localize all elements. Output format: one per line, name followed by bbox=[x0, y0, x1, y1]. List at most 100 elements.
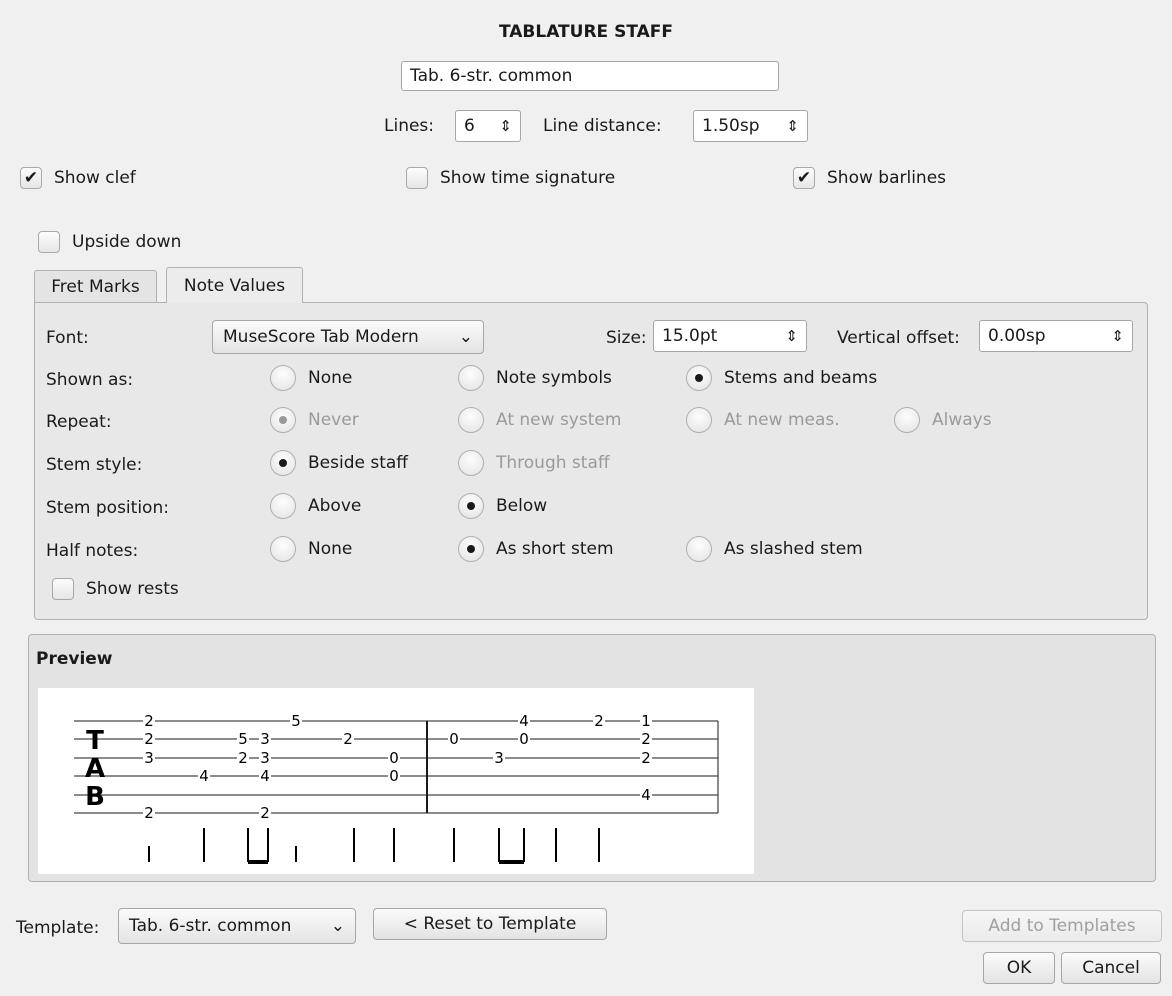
radio-label: Note symbols bbox=[496, 368, 612, 388]
fret-number: 5 bbox=[291, 712, 301, 730]
radio-label: At new meas. bbox=[724, 410, 840, 430]
radio-label: Never bbox=[308, 410, 359, 430]
font-select-value: MuseScore Tab Modern bbox=[223, 327, 419, 347]
upside-down-checkbox[interactable]: Upside down bbox=[38, 231, 181, 253]
radio-stem-style-beside-staff[interactable]: Beside staff bbox=[270, 450, 408, 476]
line-distance-spinbox[interactable]: 1.50sp ⇕ bbox=[693, 110, 808, 142]
checkmark-icon[interactable]: ✔ bbox=[20, 167, 42, 189]
chevron-down-icon: ⌄ bbox=[458, 327, 473, 347]
radio-shown-as-none[interactable]: None bbox=[270, 365, 352, 391]
show-barlines-label: Show barlines bbox=[827, 168, 947, 188]
show-clef-checkbox[interactable]: ✔ Show clef bbox=[20, 167, 136, 189]
fret-number: 3 bbox=[260, 749, 270, 767]
radio-selected-icon[interactable] bbox=[270, 407, 296, 433]
fret-number: 4 bbox=[519, 712, 529, 730]
show-barlines-checkbox[interactable]: ✔ Show barlines bbox=[793, 167, 946, 189]
fret-number: 2 bbox=[144, 804, 154, 822]
fret-number: 2 bbox=[260, 804, 270, 822]
radio-icon[interactable] bbox=[270, 493, 296, 519]
checkbox-empty-icon[interactable] bbox=[406, 167, 428, 189]
upside-down-label: Upside down bbox=[72, 232, 182, 252]
radio-icon[interactable] bbox=[270, 536, 296, 562]
spin-arrows-icon[interactable]: ⇕ bbox=[785, 327, 798, 345]
lines-spinbox[interactable]: 6 ⇕ bbox=[455, 110, 521, 142]
fret-number: 2 bbox=[238, 749, 248, 767]
vertical-offset-value: 0.00sp bbox=[988, 326, 1046, 346]
font-select[interactable]: MuseScore Tab Modern ⌄ bbox=[212, 320, 484, 354]
radio-icon[interactable] bbox=[458, 407, 484, 433]
vertical-offset-label: Vertical offset: bbox=[837, 328, 960, 348]
radio-icon[interactable] bbox=[458, 365, 484, 391]
checkbox-empty-icon[interactable] bbox=[38, 231, 60, 253]
staff-name-value: Tab. 6-str. common bbox=[410, 66, 573, 86]
vertical-offset-spinbox[interactable]: 0.00sp ⇕ bbox=[979, 320, 1133, 352]
radio-icon[interactable] bbox=[686, 407, 712, 433]
tab-label: Fret Marks bbox=[51, 277, 140, 297]
fret-number: 0 bbox=[389, 749, 399, 767]
radio-repeat-always[interactable]: Always bbox=[894, 407, 992, 433]
show-time-signature-label: Show time signature bbox=[440, 168, 616, 188]
radio-repeat-at-new-meas[interactable]: At new meas. bbox=[686, 407, 840, 433]
stem-style-label: Stem style: bbox=[46, 455, 143, 475]
radio-half-notes-none[interactable]: None bbox=[270, 536, 352, 562]
show-rests-checkbox[interactable]: Show rests bbox=[52, 578, 179, 600]
ok-button[interactable]: OK bbox=[983, 952, 1055, 984]
radio-label: Below bbox=[496, 496, 548, 516]
radio-label: Beside staff bbox=[308, 453, 409, 473]
fret-number: 0 bbox=[449, 730, 459, 748]
line-distance-value: 1.50sp bbox=[702, 116, 760, 136]
fret-number: 4 bbox=[641, 786, 651, 804]
radio-label: Through staff bbox=[496, 453, 610, 473]
radio-stem-style-through-staff[interactable]: Through staff bbox=[458, 450, 610, 476]
radio-icon[interactable] bbox=[270, 365, 296, 391]
spin-arrows-icon[interactable]: ⇕ bbox=[499, 117, 512, 135]
radio-label: None bbox=[308, 368, 353, 388]
radio-half-notes-as-short-stem[interactable]: As short stem bbox=[458, 536, 614, 562]
line-distance-label: Line distance: bbox=[543, 116, 662, 136]
tab-note-values[interactable]: Note Values bbox=[166, 267, 303, 303]
template-label: Template: bbox=[16, 918, 100, 938]
radio-repeat-at-new-system[interactable]: At new system bbox=[458, 407, 621, 433]
cancel-button[interactable]: Cancel bbox=[1061, 952, 1161, 984]
spin-arrows-icon[interactable]: ⇕ bbox=[1111, 327, 1124, 345]
repeat-label: Repeat: bbox=[46, 412, 112, 432]
radio-icon[interactable] bbox=[458, 450, 484, 476]
tab-fret-marks[interactable]: Fret Marks bbox=[34, 270, 157, 303]
radio-selected-icon[interactable] bbox=[458, 493, 484, 519]
size-spinbox[interactable]: 15.0pt ⇕ bbox=[653, 320, 807, 352]
fret-number: 3 bbox=[260, 730, 270, 748]
stem-position-label: Stem position: bbox=[46, 498, 169, 518]
radio-repeat-never[interactable]: Never bbox=[270, 407, 359, 433]
fret-number: 3 bbox=[144, 749, 154, 767]
ok-label: OK bbox=[1006, 958, 1032, 978]
radio-label: As slashed stem bbox=[724, 539, 863, 559]
radio-stem-position-below[interactable]: Below bbox=[458, 493, 547, 519]
spin-arrows-icon[interactable]: ⇕ bbox=[786, 117, 799, 135]
clef-letter: B bbox=[85, 782, 105, 812]
fret-number: 2 bbox=[641, 749, 651, 767]
checkbox-empty-icon[interactable] bbox=[52, 578, 74, 600]
radio-icon[interactable] bbox=[894, 407, 920, 433]
checkmark-icon[interactable]: ✔ bbox=[793, 167, 815, 189]
radio-icon[interactable] bbox=[686, 536, 712, 562]
show-time-signature-checkbox[interactable]: Show time signature bbox=[406, 167, 615, 189]
reset-to-template-button[interactable]: < Reset to Template bbox=[373, 908, 607, 940]
template-select[interactable]: Tab. 6-str. common ⌄ bbox=[118, 908, 356, 944]
add-to-templates-button[interactable]: Add to Templates bbox=[962, 910, 1162, 942]
radio-selected-icon[interactable] bbox=[458, 536, 484, 562]
radio-selected-icon[interactable] bbox=[270, 450, 296, 476]
fret-number: 2 bbox=[144, 712, 154, 730]
radio-label: Stems and beams bbox=[724, 368, 878, 388]
size-value: 15.0pt bbox=[662, 326, 718, 346]
radio-selected-icon[interactable] bbox=[686, 365, 712, 391]
radio-shown-as-stems-and-beams[interactable]: Stems and beams bbox=[686, 365, 877, 391]
radio-shown-as-note-symbols[interactable]: Note symbols bbox=[458, 365, 612, 391]
tab-label: Note Values bbox=[183, 275, 286, 296]
staff-name-input[interactable]: Tab. 6-str. common bbox=[401, 61, 779, 91]
show-rests-label: Show rests bbox=[86, 579, 179, 599]
preview-label: Preview bbox=[36, 649, 113, 669]
fret-number: 2 bbox=[144, 730, 154, 748]
add-to-templates-label: Add to Templates bbox=[988, 916, 1136, 936]
radio-half-notes-as-slashed-stem[interactable]: As slashed stem bbox=[686, 536, 863, 562]
radio-stem-position-above[interactable]: Above bbox=[270, 493, 361, 519]
